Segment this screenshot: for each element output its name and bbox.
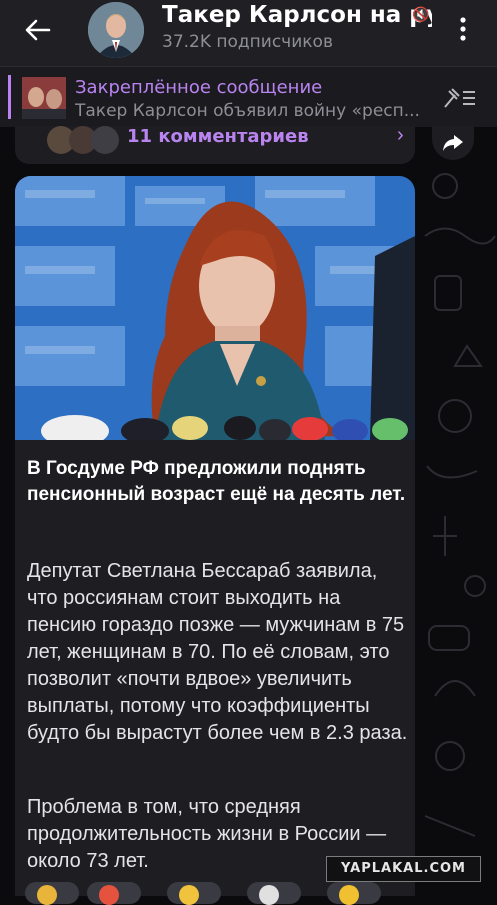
more-vertical-icon	[460, 17, 466, 41]
back-button[interactable]	[22, 14, 54, 46]
post-headline: В Госдуме РФ предложили поднять пенсионн…	[27, 458, 406, 505]
pinned-list-button[interactable]	[443, 87, 477, 114]
commenter-avatars	[35, 124, 131, 158]
channel-avatar[interactable]	[88, 2, 144, 58]
channel-post: В Госдуме РФ предложили поднять пенсионн…	[15, 176, 415, 896]
unpin-list-icon	[444, 88, 475, 108]
reactions-row	[15, 882, 415, 905]
post-paragraph-1: Депутат Светлана Бессараб заявила, что р…	[27, 560, 408, 744]
chat-background-pattern	[424, 173, 496, 876]
reaction-chip[interactable]	[247, 882, 301, 905]
watermark: YAPLAKAL.COM	[326, 856, 481, 882]
pinned-thumbnail	[22, 77, 66, 119]
post-photo[interactable]	[15, 176, 415, 440]
more-menu-button[interactable]	[448, 14, 478, 44]
pinned-message-bar[interactable]: Закреплённое сообщение Такер Карлсон объ…	[0, 66, 497, 127]
chat-header: Такер Карлсон на рус 🔇 37.2K подписчиков	[0, 0, 497, 66]
chevron-right-icon: ›	[397, 124, 404, 146]
arrow-left-icon	[25, 19, 51, 41]
comments-bar[interactable]: 11 комментариев ›	[15, 124, 415, 164]
mute-icon: 🔇	[412, 6, 430, 22]
channel-title[interactable]: Такер Карлсон на рус	[162, 2, 432, 28]
pinned-indicator	[8, 75, 11, 119]
avatar-portrait	[88, 2, 144, 58]
reaction-chip[interactable]	[327, 882, 381, 905]
comments-count-label: 11 комментариев	[127, 126, 309, 147]
pinned-preview-text: Такер Карлсон объявил войну «респ...	[75, 101, 420, 121]
reaction-chip[interactable]	[87, 882, 141, 905]
pinned-title: Закреплённое сообщение	[75, 77, 323, 98]
subscriber-count: 37.2K подписчиков	[162, 32, 333, 52]
reaction-chip[interactable]	[25, 882, 79, 905]
reaction-chip[interactable]	[167, 882, 221, 905]
share-icon	[443, 135, 463, 151]
